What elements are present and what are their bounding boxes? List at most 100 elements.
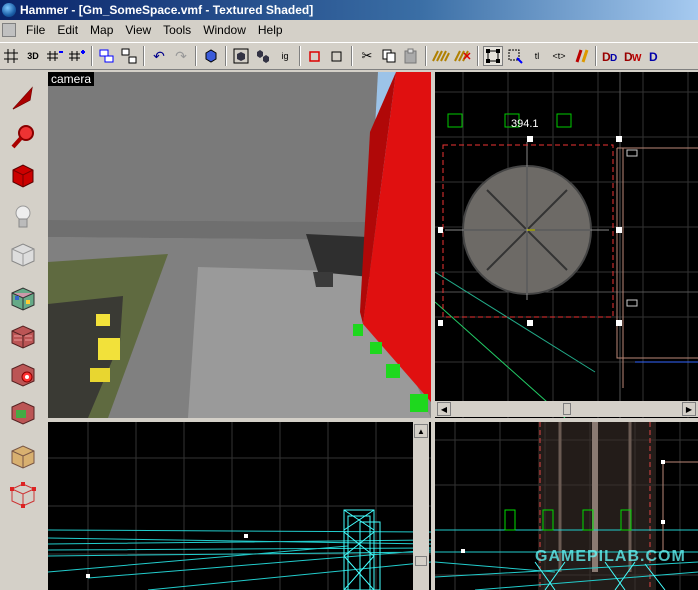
toolbar-separator bbox=[477, 46, 479, 66]
decal-cube-icon bbox=[11, 363, 35, 387]
vertex-cube-icon bbox=[10, 482, 36, 508]
menu-view[interactable]: View bbox=[119, 23, 157, 37]
cut-button[interactable]: ✂ bbox=[357, 46, 377, 66]
window-title: Hammer - [Gm_SomeSpace.vmf - Textured Sh… bbox=[20, 3, 314, 17]
hatch-icon bbox=[432, 50, 450, 62]
overlay-tool[interactable] bbox=[4, 394, 42, 432]
quick-hide-button[interactable] bbox=[305, 46, 325, 66]
green-marker bbox=[410, 394, 428, 412]
display-toggle-button[interactable]: DD bbox=[601, 46, 621, 66]
menu-tools[interactable]: Tools bbox=[157, 23, 197, 37]
brick-cube-icon bbox=[11, 325, 35, 349]
hide-cube-icon bbox=[233, 48, 249, 64]
top-viewport[interactable]: 394.1 bbox=[435, 72, 698, 418]
show-all-button[interactable] bbox=[253, 46, 273, 66]
toolbar-separator bbox=[595, 46, 597, 66]
entity-tool[interactable] bbox=[4, 198, 42, 236]
copy-icon bbox=[382, 49, 396, 63]
hatch-red-icon bbox=[454, 50, 471, 62]
top-view-grid bbox=[435, 72, 698, 418]
3d-grid-button[interactable]: 3D bbox=[23, 46, 43, 66]
arrow-button[interactable]: <t> bbox=[549, 46, 569, 66]
brush-icon bbox=[575, 49, 589, 63]
front-viewport[interactable]: GAMEPILAB.COM bbox=[435, 422, 698, 590]
toolbar-separator bbox=[299, 46, 301, 66]
ungroup-button[interactable] bbox=[119, 46, 139, 66]
menu-file[interactable]: File bbox=[20, 23, 51, 37]
site-watermark: GAMEPILAB.COM bbox=[535, 548, 686, 565]
display-toggle-2-button[interactable]: DW bbox=[623, 46, 643, 66]
copy-button[interactable] bbox=[379, 46, 399, 66]
grid-icon bbox=[4, 49, 18, 63]
clipping-tool[interactable] bbox=[4, 438, 42, 476]
scroll-left-arrow-icon[interactable]: ◀ bbox=[437, 402, 451, 416]
green-marker bbox=[353, 324, 363, 336]
ig-button[interactable]: ig bbox=[275, 46, 295, 66]
camera-viewport-label: camera bbox=[48, 72, 95, 86]
undo-button[interactable]: ↶ bbox=[149, 46, 169, 66]
group-button[interactable] bbox=[97, 46, 117, 66]
larger-grid-button[interactable] bbox=[67, 46, 87, 66]
quick-unhide-button[interactable] bbox=[327, 46, 347, 66]
scroll-up-arrow-icon[interactable]: ▲ bbox=[414, 424, 428, 438]
cubes-icon bbox=[257, 50, 269, 63]
hide-selected-button[interactable] bbox=[231, 46, 251, 66]
redo-button[interactable]: ↷ bbox=[171, 46, 191, 66]
toolbar-separator bbox=[143, 46, 145, 66]
smaller-grid-button[interactable] bbox=[45, 46, 65, 66]
top-viewport-hscrollbar[interactable]: ◀ ▶ bbox=[435, 401, 698, 417]
scissors-icon: ✂ bbox=[361, 48, 373, 63]
camera-tool[interactable] bbox=[4, 156, 42, 194]
texture-scale-lock-button[interactable] bbox=[453, 46, 473, 66]
dw-icon: DW bbox=[624, 50, 642, 63]
vertex-tool[interactable] bbox=[4, 476, 42, 514]
block-tool[interactable] bbox=[4, 236, 42, 274]
menu-bar: File Edit Map View Tools Window Help bbox=[0, 20, 698, 40]
hammer-app-icon[interactable] bbox=[2, 3, 16, 17]
ungroup-icon bbox=[121, 48, 137, 64]
toggle-texture-app-tool[interactable] bbox=[4, 280, 42, 318]
selection-arrow-icon bbox=[12, 86, 33, 110]
svg-text:D: D bbox=[649, 50, 658, 63]
grid-toggle-button[interactable] bbox=[1, 46, 21, 66]
menu-window[interactable]: Window bbox=[197, 23, 252, 37]
selection-tool[interactable] bbox=[4, 80, 42, 118]
selection-width-label: 394.1 bbox=[511, 118, 539, 130]
menu-help[interactable]: Help bbox=[252, 23, 289, 37]
svg-text:D: D bbox=[610, 53, 617, 63]
select-box-icon bbox=[508, 49, 523, 64]
apply-texture-tool[interactable] bbox=[4, 318, 42, 356]
carve-button[interactable] bbox=[201, 46, 221, 66]
vscroll-thumb[interactable] bbox=[415, 556, 427, 566]
brush-button[interactable] bbox=[571, 46, 591, 66]
handles-icon bbox=[486, 49, 500, 63]
side-viewport-vscrollbar[interactable]: ▲ bbox=[413, 422, 429, 590]
hscroll-thumb[interactable] bbox=[563, 403, 571, 415]
display-toggle-3-button[interactable]: D bbox=[645, 46, 665, 66]
camera-icon bbox=[12, 164, 34, 188]
d-icon: D bbox=[649, 50, 658, 63]
scroll-right-arrow-icon[interactable]: ▶ bbox=[682, 402, 696, 416]
select-by-handles-button[interactable] bbox=[505, 46, 525, 66]
side-viewport[interactable] bbox=[48, 422, 431, 590]
undo-icon: ↶ bbox=[153, 47, 165, 64]
camera-scene bbox=[48, 72, 431, 418]
tools-palette bbox=[0, 72, 46, 590]
side-view-grid bbox=[48, 422, 431, 590]
blue-cube-icon bbox=[205, 49, 217, 63]
magnify-tool[interactable] bbox=[4, 118, 42, 156]
camera-viewport[interactable]: camera bbox=[48, 72, 431, 418]
decal-tool[interactable] bbox=[4, 356, 42, 394]
tl-button[interactable]: tl bbox=[527, 46, 547, 66]
menu-map[interactable]: Map bbox=[84, 23, 119, 37]
document-system-icon[interactable] bbox=[2, 23, 16, 37]
texture-lock-button[interactable] bbox=[431, 46, 451, 66]
paste-button[interactable] bbox=[401, 46, 421, 66]
menu-edit[interactable]: Edit bbox=[51, 23, 84, 37]
handles-button[interactable] bbox=[483, 46, 503, 66]
main-toolbar: 3D ↶ ↷ ig ✂ tl <t> D D D W D bbox=[0, 42, 698, 70]
svg-text:W: W bbox=[632, 53, 642, 63]
overlay-cube-icon bbox=[11, 401, 35, 425]
yellow-block bbox=[90, 368, 110, 382]
dd-icon: DD bbox=[602, 50, 617, 63]
